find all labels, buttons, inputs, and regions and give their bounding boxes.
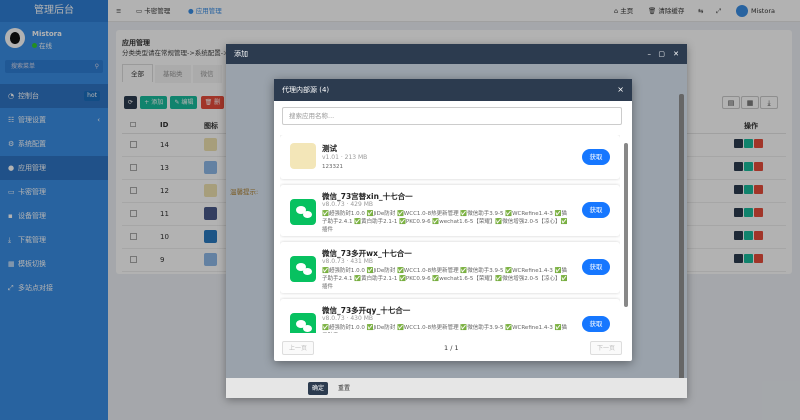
- app-description: ✅超强防封1.0.0 ✅JiDe防封 ✅WCC1.0-8热更新管理 ✅微信助手3…: [322, 268, 568, 290]
- app-card: 测试 v1.01 · 213 MB 123321 获取: [280, 135, 620, 179]
- app-description: 123321: [322, 164, 343, 170]
- next-page-button[interactable]: 下一页: [589, 341, 622, 355]
- confirm-button[interactable]: 确定: [308, 382, 329, 395]
- app-meta: v8.0.73 · 431 MB: [322, 258, 374, 265]
- reset-button[interactable]: 重置: [334, 382, 354, 395]
- app-name: 测试: [322, 144, 337, 153]
- prev-page-button[interactable]: 上一页: [282, 341, 315, 355]
- app-card: 微信_73多开qy_十七合一 v8.0.73 · 430 MB ✅超强防封1.0.0…: [280, 299, 620, 333]
- app-meta: v8.0.73 · 429 MB: [322, 201, 374, 208]
- wechat-icon: [290, 313, 316, 333]
- wechat-icon: [290, 199, 316, 225]
- pagination: 上一页 1 / 1 下一页: [282, 341, 622, 357]
- close-icon[interactable]: ✕: [673, 44, 679, 64]
- app-search-input[interactable]: 搜索应用名称...: [282, 107, 622, 125]
- get-button[interactable]: 获取: [582, 259, 610, 275]
- proxy-dialog-header: 代理内部源 (4) ×: [274, 79, 632, 101]
- app-meta: v1.01 · 213 MB: [322, 154, 368, 161]
- minimize-icon[interactable]: –: [648, 44, 652, 64]
- proxy-source-dialog: 代理内部源 (4) × 搜索应用名称... 测试 v1.01 · 213 MB 12…: [274, 79, 632, 361]
- get-button[interactable]: 获取: [582, 316, 610, 332]
- maximize-icon[interactable]: ▢: [658, 44, 665, 64]
- app-description: ✅超强防封1.0.0 ✅JiDe防封 ✅WCC1.0-8热更新管理 ✅微信助手3…: [322, 325, 567, 331]
- get-button[interactable]: 获取: [582, 202, 610, 218]
- get-button[interactable]: 获取: [582, 149, 610, 165]
- proxy-dialog-title: 代理内部源 (4): [282, 86, 330, 94]
- app-list: 测试 v1.01 · 213 MB 123321 获取 微信_73宫替xin_十七合一 v…: [280, 135, 620, 333]
- add-dialog-footer: 确定 重置: [226, 378, 687, 398]
- app-card: 微信_73多开wx_十七合一 v8.0.73 · 431 MB ✅超强防封1.0.0…: [280, 242, 620, 293]
- app-description: ✅超强防封1.0.0 ✅JiDe防封 ✅WCC1.0-8热更新管理 ✅微信助手3…: [322, 211, 568, 233]
- add-dialog-header: 添加 – ▢ ✕: [226, 44, 687, 64]
- app-meta: v8.0.73 · 430 MB: [322, 315, 374, 322]
- dialog-scrollbar[interactable]: [679, 94, 684, 394]
- app-card: 微信_73宫替xin_十七合一 v8.0.73 · 429 MB ✅超强防封1.0.…: [280, 185, 620, 236]
- warm-hint: 温馨提示:: [230, 188, 259, 196]
- close-icon[interactable]: ×: [617, 79, 624, 101]
- wechat-icon: [290, 256, 316, 282]
- list-scrollbar[interactable]: [624, 143, 628, 307]
- page-indicator: 1 / 1: [444, 344, 459, 352]
- cartoon-app-icon: [290, 143, 316, 169]
- add-dialog-title: 添加: [234, 50, 248, 58]
